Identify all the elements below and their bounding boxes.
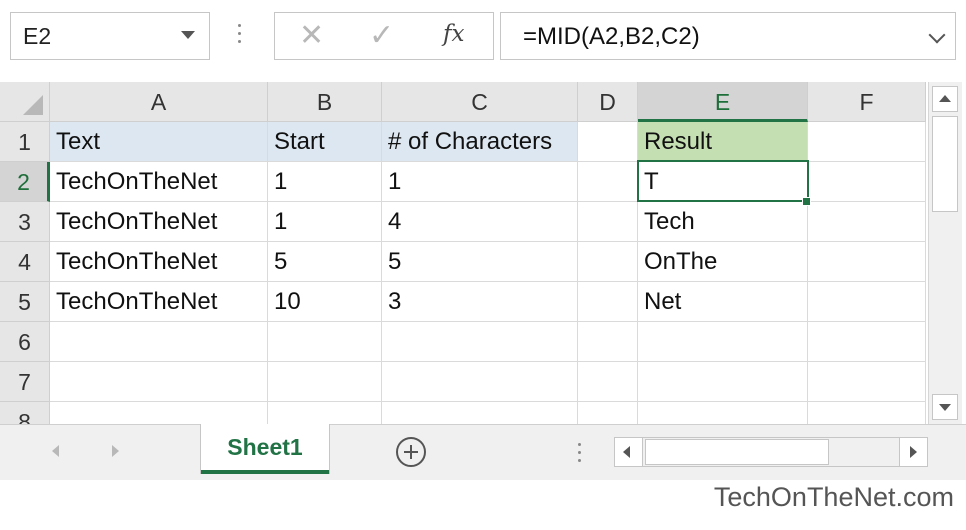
cell-d6[interactable]	[578, 322, 638, 362]
cell-e5[interactable]: Net	[638, 282, 808, 322]
more-options-icon[interactable]	[238, 24, 242, 48]
cell-c5[interactable]: 3	[382, 282, 578, 322]
fill-handle[interactable]	[802, 197, 811, 206]
formula-input[interactable]: =MID(A2,B2,C2)	[500, 12, 956, 60]
horizontal-scroll-thumb[interactable]	[645, 439, 829, 465]
cell-e1[interactable]: Result	[638, 122, 808, 162]
cell-a2[interactable]: TechOnTheNet	[50, 162, 268, 202]
arrow-down-icon	[939, 404, 951, 411]
cell-e3[interactable]: Tech	[638, 202, 808, 242]
column-header-d[interactable]: D	[578, 82, 638, 122]
name-box[interactable]: E2	[10, 12, 210, 60]
cell-d1[interactable]	[578, 122, 638, 162]
column-header-b[interactable]: B	[268, 82, 382, 122]
add-sheet-icon[interactable]	[396, 437, 426, 467]
column-header-e[interactable]: E	[638, 82, 808, 122]
insert-function-icon[interactable]: fx	[443, 21, 464, 47]
cell-c8[interactable]	[382, 402, 578, 424]
next-sheet-icon[interactable]	[112, 445, 119, 457]
cell-f6[interactable]	[808, 322, 926, 362]
cell-f8[interactable]	[808, 402, 926, 424]
cell-b8[interactable]	[268, 402, 382, 424]
cell-b6[interactable]	[268, 322, 382, 362]
vertical-scroll-thumb[interactable]	[932, 116, 958, 212]
cell-e4[interactable]: OnThe	[638, 242, 808, 282]
select-all-icon	[23, 95, 43, 115]
cell-c4[interactable]: 5	[382, 242, 578, 282]
row-header-3[interactable]: 3	[0, 202, 50, 242]
sheet-tab-bar: Sheet1	[0, 424, 966, 480]
cell-b7[interactable]	[268, 362, 382, 402]
row-header-6[interactable]: 6	[0, 322, 50, 362]
cell-c7[interactable]	[382, 362, 578, 402]
horizontal-scrollbar[interactable]	[614, 437, 928, 467]
cell-b1[interactable]: Start	[268, 122, 382, 162]
scroll-right-button[interactable]	[899, 438, 927, 466]
expand-formula-bar-icon[interactable]	[928, 26, 946, 44]
select-all-corner[interactable]	[0, 82, 50, 122]
cell-f5[interactable]	[808, 282, 926, 322]
active-tab-underline	[201, 470, 329, 474]
scroll-down-button[interactable]	[932, 394, 958, 420]
cell-e7[interactable]	[638, 362, 808, 402]
cell-f2[interactable]	[808, 162, 926, 202]
checkmark-icon[interactable]: ✓	[369, 19, 394, 53]
cell-f1[interactable]	[808, 122, 926, 162]
watermark: TechOnTheNet.com	[713, 482, 954, 512]
cancel-icon[interactable]: ✕	[299, 19, 324, 53]
formula-text: =MID(A2,B2,C2)	[523, 23, 700, 50]
row-header-2[interactable]: 2	[0, 162, 50, 202]
cell-c2[interactable]: 1	[382, 162, 578, 202]
cell-e2[interactable]: T	[638, 162, 808, 202]
row-header-5[interactable]: 5	[0, 282, 50, 322]
vertical-scrollbar[interactable]	[928, 82, 962, 424]
arrow-left-icon	[623, 446, 630, 458]
scroll-left-button[interactable]	[615, 438, 643, 466]
cell-d7[interactable]	[578, 362, 638, 402]
cell-a4[interactable]: TechOnTheNet	[50, 242, 268, 282]
formula-buttons: ✕ ✓ fx	[274, 12, 494, 60]
tab-splitter-icon[interactable]	[578, 443, 582, 467]
row-header-4[interactable]: 4	[0, 242, 50, 282]
cell-f7[interactable]	[808, 362, 926, 402]
cell-c3[interactable]: 4	[382, 202, 578, 242]
column-header-a[interactable]: A	[50, 82, 268, 122]
chevron-down-icon[interactable]	[181, 31, 195, 39]
cell-c6[interactable]	[382, 322, 578, 362]
name-box-value: E2	[23, 23, 52, 49]
cell-d3[interactable]	[578, 202, 638, 242]
cell-a7[interactable]	[50, 362, 268, 402]
cell-d4[interactable]	[578, 242, 638, 282]
cell-b4[interactable]: 5	[268, 242, 382, 282]
column-header-f[interactable]: F	[808, 82, 926, 122]
row-header-1[interactable]: 1	[0, 122, 50, 162]
tab-sheet1[interactable]: Sheet1	[200, 424, 330, 474]
formula-bar: E2 ✕ ✓ fx =MID(A2,B2,C2)	[0, 0, 966, 80]
cell-d8[interactable]	[578, 402, 638, 424]
row-header-8[interactable]: 8	[0, 402, 50, 424]
cell-c1[interactable]: # of Characters	[382, 122, 578, 162]
cell-e8[interactable]	[638, 402, 808, 424]
spreadsheet-grid[interactable]: A B C D E F 1 Text Start # of Characters Result 2 Te…	[0, 82, 926, 424]
cell-b2[interactable]: 1	[268, 162, 382, 202]
cell-b5[interactable]: 10	[268, 282, 382, 322]
scroll-up-button[interactable]	[932, 86, 958, 112]
cell-a3[interactable]: TechOnTheNet	[50, 202, 268, 242]
cell-a5[interactable]: TechOnTheNet	[50, 282, 268, 322]
cell-b3[interactable]: 1	[268, 202, 382, 242]
cell-f4[interactable]	[808, 242, 926, 282]
row-header-7[interactable]: 7	[0, 362, 50, 402]
cell-a1[interactable]: Text	[50, 122, 268, 162]
cell-e6[interactable]	[638, 322, 808, 362]
cell-a8[interactable]	[50, 402, 268, 424]
arrow-up-icon	[939, 95, 951, 102]
cell-a6[interactable]	[50, 322, 268, 362]
arrow-right-icon	[910, 446, 917, 458]
previous-sheet-icon[interactable]	[52, 445, 59, 457]
cell-f3[interactable]	[808, 202, 926, 242]
column-header-c[interactable]: C	[382, 82, 578, 122]
cell-d5[interactable]	[578, 282, 638, 322]
cell-d2[interactable]	[578, 162, 638, 202]
sheet-tab-label: Sheet1	[227, 434, 303, 460]
